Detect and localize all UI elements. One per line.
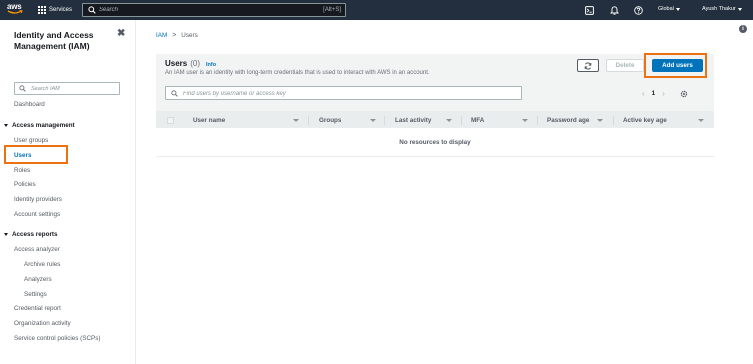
bell-icon[interactable] bbox=[608, 4, 620, 16]
caret-down-icon bbox=[4, 233, 8, 236]
sort-caret-icon bbox=[698, 119, 704, 122]
top-navigation-bar: aws Services [Alt+S] Global Ayush Thakur bbox=[0, 0, 753, 20]
sort-caret-icon bbox=[370, 119, 376, 122]
column-last-activity[interactable]: Last activity bbox=[395, 112, 455, 129]
users-title-text: Users bbox=[165, 59, 188, 68]
column-divider bbox=[384, 116, 385, 125]
refresh-icon bbox=[584, 61, 592, 70]
caret-down-icon bbox=[4, 124, 8, 127]
sidebar-item-access-analyzer[interactable]: Access analyzer bbox=[14, 246, 60, 253]
sort-caret-icon bbox=[597, 119, 603, 122]
page-number[interactable]: 1 bbox=[652, 90, 656, 97]
column-label: MFA bbox=[471, 117, 485, 124]
sort-caret-icon bbox=[293, 119, 299, 122]
help-icon[interactable] bbox=[632, 4, 644, 16]
search-icon bbox=[171, 90, 178, 97]
find-users-input[interactable] bbox=[183, 89, 513, 98]
sidebar-search-box[interactable] bbox=[14, 82, 120, 95]
gear-icon[interactable] bbox=[680, 90, 688, 98]
column-user-name[interactable]: User name bbox=[193, 112, 303, 129]
info-icon[interactable]: i bbox=[739, 25, 747, 33]
close-icon[interactable]: ✖ bbox=[117, 28, 125, 39]
column-mfa[interactable]: MFA bbox=[471, 112, 533, 129]
previous-page-icon[interactable]: ‹ bbox=[642, 89, 645, 98]
chevron-down-icon bbox=[737, 7, 742, 11]
sidebar-title: Identity and Access Management (IAM) bbox=[14, 30, 94, 51]
highlight-box bbox=[4, 145, 68, 164]
breadcrumb-current: Users bbox=[181, 32, 198, 39]
region-selector[interactable]: Global bbox=[658, 6, 680, 12]
sidebar-item-identity-providers[interactable]: Identity providers bbox=[14, 196, 62, 203]
search-icon bbox=[88, 6, 96, 14]
column-label: Last activity bbox=[395, 117, 432, 124]
chevron-down-icon bbox=[675, 7, 680, 11]
highlight-box bbox=[644, 53, 707, 78]
users-count: (0) bbox=[190, 59, 201, 68]
sidebar-item-user-groups[interactable]: User groups bbox=[14, 137, 48, 144]
column-divider bbox=[461, 116, 462, 125]
breadcrumb-separator: > bbox=[172, 32, 177, 39]
refresh-button[interactable] bbox=[577, 59, 599, 72]
sidebar-item-dashboard[interactable]: Dashboard bbox=[14, 101, 45, 108]
users-description: An IAM user is an identity with long-ter… bbox=[165, 70, 430, 76]
sort-caret-icon bbox=[446, 119, 452, 122]
region-label: Global bbox=[658, 6, 674, 12]
sidebar-item-account-settings[interactable]: Account settings bbox=[14, 211, 60, 218]
info-link[interactable]: Info bbox=[206, 62, 216, 68]
sort-caret-icon bbox=[522, 119, 528, 122]
sidebar-item-settings[interactable]: Settings bbox=[24, 291, 47, 298]
column-label: Groups bbox=[319, 117, 342, 124]
section-heading: Access management bbox=[12, 122, 75, 129]
delete-button[interactable]: Delete bbox=[606, 59, 644, 72]
section-heading: Access reports bbox=[12, 231, 58, 238]
sidebar: Identity and Access Management (IAM) ✖ D… bbox=[0, 20, 136, 364]
next-page-icon[interactable]: › bbox=[662, 89, 665, 98]
find-users-box[interactable] bbox=[165, 86, 522, 100]
column-active-key-age[interactable]: Active key age bbox=[623, 112, 711, 129]
cloudshell-icon[interactable] bbox=[583, 4, 595, 16]
sidebar-item-organization-activity[interactable]: Organization activity bbox=[14, 320, 71, 327]
search-icon bbox=[19, 85, 26, 92]
sidebar-item-archive-rules[interactable]: Archive rules bbox=[24, 261, 60, 268]
pagination: ‹ 1 › bbox=[642, 89, 688, 98]
column-divider bbox=[308, 116, 309, 125]
users-panel-header: Users (0) Info An IAM user is an identit… bbox=[156, 54, 714, 128]
breadcrumb-iam-link[interactable]: IAM bbox=[156, 32, 167, 39]
sidebar-item-credential-report[interactable]: Credential report bbox=[14, 305, 61, 312]
global-search-input[interactable] bbox=[99, 5, 309, 15]
column-divider bbox=[537, 116, 538, 125]
table-header: User name Groups Last activity MFA Passw… bbox=[156, 111, 714, 128]
sidebar-item-analyzers[interactable]: Analyzers bbox=[24, 276, 52, 283]
global-search-box[interactable]: [Alt+S] bbox=[82, 3, 346, 17]
breadcrumb: IAM > Users bbox=[156, 32, 198, 39]
sidebar-item-service-control-policies[interactable]: Service control policies (SCPs) bbox=[14, 335, 100, 342]
column-groups[interactable]: Groups bbox=[319, 112, 383, 129]
sidebar-item-policies[interactable]: Policies bbox=[14, 181, 36, 188]
empty-table-message: No resources to display bbox=[156, 128, 714, 157]
sidebar-search-input[interactable] bbox=[31, 84, 116, 93]
account-menu[interactable]: Ayush Thakur bbox=[702, 6, 742, 12]
column-label: Password age bbox=[547, 117, 590, 124]
services-menu-button[interactable]: Services bbox=[38, 4, 72, 16]
services-grid-icon bbox=[38, 6, 46, 14]
users-panel: Users (0) Info An IAM user is an identit… bbox=[156, 54, 714, 158]
column-label: Active key age bbox=[623, 117, 667, 124]
section-access-reports[interactable]: Access reports bbox=[4, 231, 58, 238]
services-label: Services bbox=[49, 7, 73, 13]
section-access-management[interactable]: Access management bbox=[4, 122, 75, 129]
select-all-checkbox[interactable] bbox=[167, 117, 174, 124]
aws-smile-icon bbox=[7, 10, 23, 14]
search-shortcut-hint: [Alt+S] bbox=[323, 7, 341, 13]
column-label: User name bbox=[193, 117, 226, 124]
page-title: Users (0) Info bbox=[165, 59, 216, 68]
aws-logo[interactable]: aws bbox=[6, 1, 28, 18]
column-divider bbox=[613, 116, 614, 125]
account-label: Ayush Thakur bbox=[702, 6, 736, 12]
sidebar-item-roles[interactable]: Roles bbox=[14, 167, 30, 174]
column-password-age[interactable]: Password age bbox=[547, 112, 607, 129]
